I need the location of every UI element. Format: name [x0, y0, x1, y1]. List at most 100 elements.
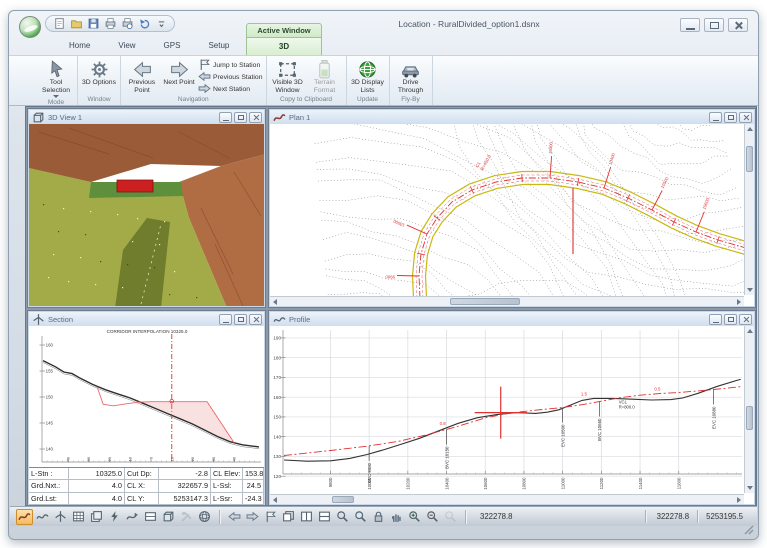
svg-text:EVC 10500: EVC 10500 [560, 424, 565, 447]
svg-text:-40: -40 [65, 456, 70, 462]
profile-view-icon[interactable] [34, 509, 51, 525]
spline-view-icon[interactable] [124, 509, 141, 525]
plan-view-titlebar[interactable]: Plan 1 [270, 110, 754, 124]
section-view-titlebar[interactable]: Section [29, 312, 264, 326]
next-point-button[interactable]: Next Point [161, 58, 197, 87]
close-button[interactable] [739, 314, 752, 325]
svg-text:40: 40 [232, 456, 237, 461]
pan-icon[interactable] [388, 509, 405, 525]
maximize-button[interactable] [234, 112, 247, 123]
tab-setup[interactable]: Setup [196, 37, 241, 55]
minimize-button[interactable] [219, 112, 232, 123]
dynamic-view-icon[interactable] [106, 509, 123, 525]
previous-point-button[interactable]: Previous Point [124, 58, 160, 94]
close-button[interactable] [249, 314, 262, 325]
next-station-button[interactable]: Next Station [198, 84, 263, 95]
svg-text:1.5: 1.5 [581, 391, 588, 396]
close-button[interactable] [249, 112, 262, 123]
layout-view-icon[interactable] [142, 509, 159, 525]
maximize-button[interactable] [234, 314, 247, 325]
grid-view-icon[interactable] [70, 509, 87, 525]
group-label: Copy to Clipboard [270, 95, 343, 105]
button-label: Drive Through [393, 79, 429, 94]
print-preview-button[interactable] [120, 17, 134, 31]
save-button[interactable] [86, 17, 100, 31]
plan-view-canvas[interactable]: 99001000010300104001050010600C1R=450.0 [270, 124, 744, 296]
button-label: Next Point [163, 79, 194, 87]
plan-view-title: Plan 1 [289, 113, 706, 122]
view-3d-icon[interactable] [160, 509, 177, 525]
previous-view-icon[interactable] [226, 509, 243, 525]
3d-display-lists-button[interactable]: 3D Display Lists [350, 58, 386, 94]
tile-vertical-icon[interactable] [298, 509, 315, 525]
tab-gps[interactable]: GPS [152, 37, 193, 55]
print-button[interactable] [103, 17, 117, 31]
zoom-out-icon[interactable] [424, 509, 441, 525]
drive-through-button[interactable]: Drive Through [393, 58, 429, 94]
profile-horizontal-scrollbar[interactable] [270, 494, 744, 504]
close-button[interactable] [739, 112, 752, 123]
sheet-view-icon[interactable] [88, 509, 105, 525]
plan-vertical-scrollbar[interactable] [744, 124, 754, 295]
profile-view-canvas[interactable]: 1901801701601501401301209800100001020010… [270, 326, 744, 494]
plan-view-window: Plan 1 99001000010300104001050010600C1R=… [268, 108, 756, 308]
svg-text:11000: 11000 [560, 477, 565, 489]
3d-options-button[interactable]: 3D Options [81, 58, 117, 87]
minimize-button[interactable] [709, 314, 722, 325]
table-label: CL X: [125, 480, 159, 491]
plan-horizontal-scrollbar[interactable] [270, 296, 744, 306]
svg-text:10200: 10200 [406, 477, 411, 490]
new-file-button[interactable] [52, 17, 66, 31]
section-data-table: L-Stn :10325.0Cut Dp:-2.8CL Elev:153.8Gr… [29, 467, 264, 504]
tile-horizontal-icon[interactable] [316, 509, 333, 525]
station-flag-icon[interactable] [262, 509, 279, 525]
zoom-in-icon[interactable] [406, 509, 423, 525]
terrain-format-button[interactable]: Terrain Format [307, 58, 343, 94]
tools-icon[interactable] [178, 509, 195, 525]
table-label: CL Elev: [211, 468, 243, 479]
tab-view[interactable]: View [106, 37, 147, 55]
terrain-format-icon [314, 59, 335, 79]
tab-home[interactable]: Home [57, 37, 102, 55]
visible-3d-window-button[interactable]: Visible 3D Window [270, 58, 306, 94]
open-button[interactable] [69, 17, 83, 31]
tab-3d[interactable]: 3D [246, 37, 322, 55]
next-view-icon[interactable] [244, 509, 261, 525]
minimize-button[interactable] [709, 112, 722, 123]
svg-text:11400: 11400 [638, 477, 643, 489]
table-label: CL Y: [125, 493, 159, 504]
svg-text:145: 145 [46, 421, 54, 426]
maximize-button[interactable] [724, 314, 737, 325]
arrow-left-icon [132, 59, 153, 79]
app-logo-icon[interactable] [19, 16, 41, 38]
table-label: Cut Dp: [125, 468, 159, 479]
zoom-previous-icon[interactable] [442, 509, 459, 525]
world-icon[interactable] [196, 509, 213, 525]
zoom-lock-icon[interactable] [370, 509, 387, 525]
customize-qat-button[interactable] [154, 17, 168, 31]
minimize-button[interactable] [219, 314, 232, 325]
svg-text:10400: 10400 [607, 152, 616, 165]
zoom-window-icon[interactable] [334, 509, 351, 525]
profile-view-titlebar[interactable]: Profile [270, 312, 754, 326]
plan-view-icon[interactable] [16, 509, 33, 525]
section-view-icon[interactable] [52, 509, 69, 525]
undo-button[interactable] [137, 17, 151, 31]
3d-view-canvas[interactable] [29, 124, 264, 306]
tool-selection-button[interactable]: Tool Selection [38, 58, 74, 98]
svg-text:150: 150 [46, 395, 54, 400]
svg-text:155: 155 [46, 369, 54, 374]
svg-text:10400: 10400 [444, 477, 449, 490]
zoom-extents-icon[interactable] [352, 509, 369, 525]
cascade-windows-icon[interactable] [280, 509, 297, 525]
svg-text:BVC 10150: BVC 10150 [444, 446, 449, 469]
close-button[interactable] [728, 18, 748, 32]
3d-view-icon [32, 111, 45, 124]
3d-view-titlebar[interactable]: 3D View 1 [29, 110, 264, 124]
maximize-button[interactable] [704, 18, 724, 32]
resize-grip[interactable] [744, 525, 755, 536]
minimize-button[interactable] [680, 18, 700, 32]
section-view-canvas[interactable]: CORRIDOR INTERPOLATION 10325.01601551501… [29, 326, 264, 467]
profile-vertical-scrollbar[interactable] [744, 326, 754, 493]
maximize-button[interactable] [724, 112, 737, 123]
